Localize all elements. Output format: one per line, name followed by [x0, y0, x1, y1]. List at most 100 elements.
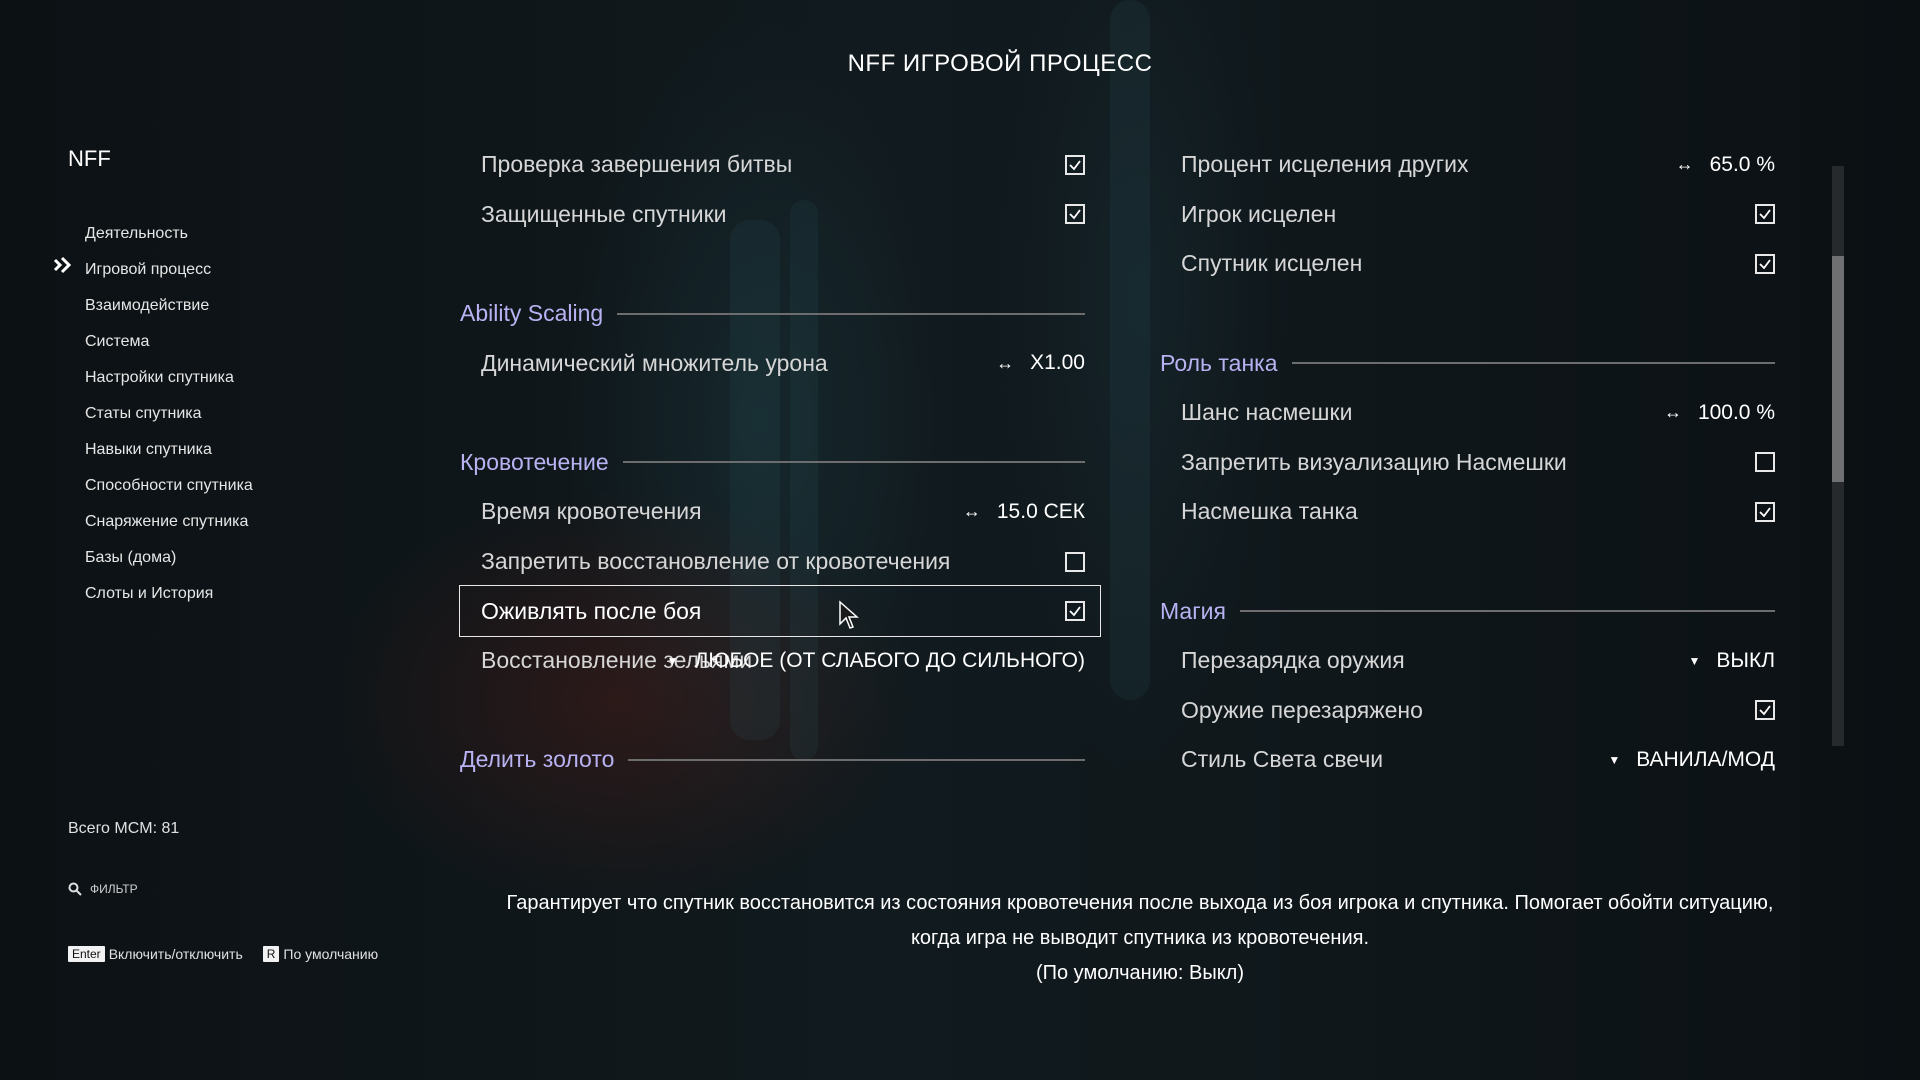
setting-value: ЛЮБОЕ (ОТ СЛАБОГО ДО СИЛЬНОГО) — [694, 648, 1085, 672]
enter-key-icon: Enter — [68, 946, 105, 962]
section-header-label: Кровотечение — [460, 448, 609, 475]
sidebar-item-follower-settings[interactable]: Настройки спутника — [0, 360, 300, 396]
setting-forbid-bleed-recovery[interactable]: Запретить восстановление от кровотечения — [460, 537, 1100, 587]
setting-follower-healed[interactable]: Спутник исцелен — [1160, 239, 1790, 289]
selected-arrow-icon — [52, 252, 74, 288]
setting-label: Спутник исцелен — [1181, 250, 1363, 277]
setting-label: Оживлять после боя — [481, 597, 702, 624]
sidebar-item-follower-stats[interactable]: Статы спутника — [0, 396, 300, 432]
sidebar-item-label: Слоты и История — [85, 585, 214, 602]
setting-damage-multiplier[interactable]: Динамический множитель урона ↔ X1.00 — [460, 338, 1100, 388]
setting-weapon-recharged[interactable]: Оружие перезаряжено — [1160, 686, 1790, 736]
sidebar-item-activity[interactable]: Деятельность — [0, 216, 300, 252]
checkmark-icon — [1069, 160, 1081, 171]
setting-label: Время кровотечения — [481, 498, 702, 525]
checkmark-icon — [1759, 209, 1771, 220]
filter-input[interactable]: ФИЛЬТР — [68, 882, 138, 896]
checkbox-checked[interactable] — [1065, 204, 1085, 225]
sidebar-item-label: Взаимодействие — [85, 297, 210, 314]
section-divider — [617, 312, 1085, 315]
checkbox-unchecked[interactable] — [1065, 551, 1085, 572]
dropdown-arrow-icon: ▼ — [666, 653, 679, 668]
sidebar-item-gameplay[interactable]: Игровой процесс — [0, 252, 300, 288]
section-divider — [628, 758, 1085, 761]
setting-revive-after-combat[interactable]: Оживлять после боя — [459, 585, 1101, 637]
section-divider — [622, 461, 1085, 464]
checkbox-checked[interactable] — [1755, 501, 1775, 522]
checkbox-checked[interactable] — [1755, 700, 1775, 721]
sidebar-item-follower-abilities[interactable]: Способности спутника — [0, 468, 300, 504]
setting-potion-recovery[interactable]: Восстановление зельями ▼ ЛЮБОЕ (ОТ СЛАБОГ… — [460, 636, 1100, 686]
page-title: NFF ИГРОВОЙ ПРОЦЕСС — [847, 50, 1153, 77]
sidebar-item-bases[interactable]: Базы (дома) — [0, 540, 300, 576]
section-divider — [1239, 610, 1775, 613]
setting-weapon-recharge[interactable]: Перезарядка оружия ▼ ВЫКЛ — [1160, 636, 1790, 686]
description-line: когда игра не выводит спутника из кровот… — [910, 927, 1370, 949]
setting-label: Запретить визуализацию Насмешки — [1181, 448, 1567, 475]
mouse-cursor-icon — [838, 600, 860, 635]
sidebar-item-label: Способности спутника — [85, 477, 253, 494]
setting-protected-followers[interactable]: Защищенные спутники — [460, 190, 1100, 240]
sidebar-item-label: Базы (дома) — [85, 549, 177, 566]
section-header-ability-scaling: Ability Scaling — [460, 289, 1100, 339]
section-header-share-gold: Делить золото — [460, 735, 1100, 785]
scrollbar-thumb[interactable] — [1832, 256, 1844, 482]
setting-label: Шанс насмешки — [1181, 399, 1353, 426]
checkmark-icon — [1069, 606, 1081, 617]
checkbox-checked[interactable] — [1755, 253, 1775, 274]
setting-value: ВАНИЛА/МОД — [1636, 747, 1775, 771]
setting-label: Защищенные спутники — [481, 200, 727, 227]
hint-label: По умолчанию — [283, 946, 379, 962]
dropdown-arrow-icon: ▼ — [1688, 653, 1701, 668]
search-icon — [68, 882, 82, 896]
key-hints: Enter Включить/отключить R По умолчанию — [68, 946, 398, 962]
setting-value: 15.0 СЕК — [996, 499, 1085, 523]
section-header-label: Магия — [1160, 597, 1226, 624]
sidebar-nav: Деятельность Игровой процесс Взаимодейст… — [0, 216, 300, 612]
section-divider — [1291, 362, 1775, 365]
sidebar-item-label: Деятельность — [85, 225, 188, 242]
sidebar-item-follower-equipment[interactable]: Снаряжение спутника — [0, 504, 300, 540]
checkmark-icon — [1759, 705, 1771, 716]
sidebar-item-label: Система — [85, 333, 150, 350]
setting-description: Гарантирует что спутник восстановится из… — [500, 886, 1780, 991]
setting-forbid-taunt-visual[interactable]: Запретить визуализацию Насмешки — [1160, 438, 1790, 488]
filter-placeholder: ФИЛЬТР — [90, 882, 138, 896]
setting-label: Запретить восстановление от кровотечения — [481, 548, 951, 575]
sidebar-item-label: Игровой процесс — [85, 261, 212, 278]
settings-column-left: Проверка завершения битвы Защищенные спу… — [459, 140, 1101, 785]
hint-toggle[interactable]: Enter Включить/отключить — [68, 946, 243, 962]
section-header-bleedout: Кровотечение — [460, 438, 1100, 488]
setting-tank-taunt[interactable]: Насмешка танка — [1160, 487, 1790, 537]
section-header-label: Делить золото — [460, 746, 615, 773]
section-header-label: Ability Scaling — [460, 300, 604, 327]
sidebar-title: NFF — [68, 146, 111, 171]
setting-candlelight-style[interactable]: Стиль Света свечи ▼ ВАНИЛА/МОД — [1160, 735, 1790, 785]
setting-label: Перезарядка оружия — [1181, 647, 1405, 674]
sidebar-item-interaction[interactable]: Взаимодействие — [0, 288, 300, 324]
setting-battle-check[interactable]: Проверка завершения битвы — [460, 140, 1100, 190]
slider-arrows-icon: ↔ — [1675, 154, 1694, 175]
dropdown-arrow-icon: ▼ — [1608, 752, 1621, 767]
checkmark-icon — [1759, 259, 1771, 270]
setting-value: 100.0 % — [1697, 400, 1775, 424]
checkbox-unchecked[interactable] — [1755, 452, 1775, 473]
setting-heal-percent[interactable]: Процент исцеления других ↔ 65.0 % — [1160, 140, 1790, 190]
checkmark-icon — [1069, 209, 1081, 220]
setting-label: Процент исцеления других — [1181, 151, 1469, 178]
description-line: Гарантирует что спутник восстановится из… — [506, 892, 1774, 914]
setting-taunt-chance[interactable]: Шанс насмешки ↔ 100.0 % — [1160, 388, 1790, 438]
hint-default[interactable]: R По умолчанию — [262, 946, 379, 962]
sidebar-item-system[interactable]: Система — [0, 324, 300, 360]
checkbox-checked[interactable] — [1065, 154, 1085, 175]
setting-bleed-time[interactable]: Время кровотечения ↔ 15.0 СЕК — [460, 487, 1100, 537]
sidebar-item-label: Навыки спутника — [85, 441, 212, 458]
sidebar-item-slots-history[interactable]: Слоты и История — [0, 576, 300, 612]
checkbox-checked[interactable] — [1065, 601, 1085, 622]
setting-player-healed[interactable]: Игрок исцелен — [1160, 190, 1790, 240]
sidebar-item-follower-skills[interactable]: Навыки спутника — [0, 432, 300, 468]
checkbox-checked[interactable] — [1755, 204, 1775, 225]
setting-label: Динамический множитель урона — [481, 349, 828, 376]
